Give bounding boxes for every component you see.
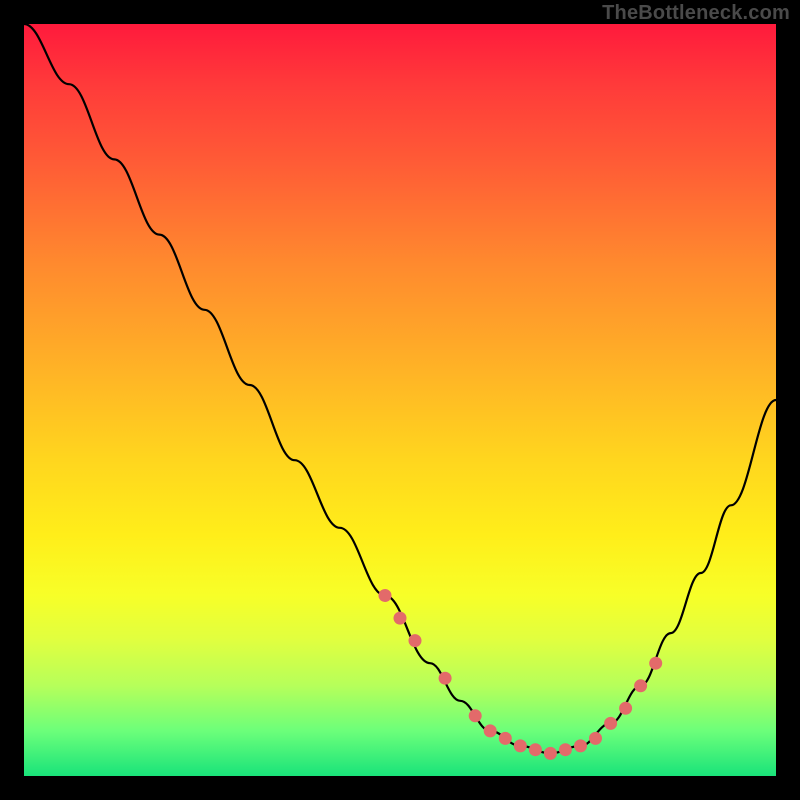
highlight-marker <box>544 747 557 760</box>
highlight-marker <box>484 724 497 737</box>
highlight-marker <box>634 679 647 692</box>
highlight-marker <box>619 702 632 715</box>
bottleneck-curve-path <box>24 24 776 753</box>
chart-plot-area <box>24 24 776 776</box>
highlight-marker <box>574 739 587 752</box>
highlight-marker <box>514 739 527 752</box>
highlight-marker <box>469 709 482 722</box>
chart-outer-frame: TheBottleneck.com <box>0 0 800 800</box>
highlight-marker <box>604 717 617 730</box>
highlight-marker-group <box>379 589 663 760</box>
highlight-marker <box>394 612 407 625</box>
highlight-marker <box>529 743 542 756</box>
highlight-marker <box>559 743 572 756</box>
highlight-marker <box>439 672 452 685</box>
highlight-marker <box>649 657 662 670</box>
highlight-marker <box>379 589 392 602</box>
highlight-marker <box>589 732 602 745</box>
highlight-marker <box>409 634 422 647</box>
highlight-marker <box>499 732 512 745</box>
chart-svg <box>24 24 776 776</box>
attribution-label: TheBottleneck.com <box>602 2 790 25</box>
